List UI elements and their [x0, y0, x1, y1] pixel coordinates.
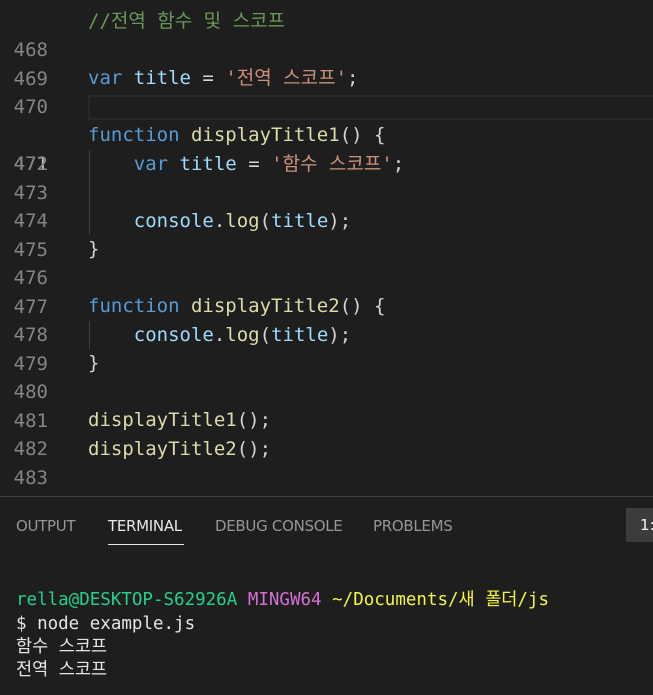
code-token-fn: log [225, 210, 260, 232]
code-token-pun [180, 295, 191, 317]
bottom-panel: OUTPUT TERMINAL DEBUG CONSOLE PROBLEMS 1… [0, 497, 653, 695]
code-token-fn: log [225, 324, 260, 346]
code-token-pun [180, 124, 191, 146]
code-text: var title = '함수 스코프'; [88, 150, 404, 179]
code-token-pun [88, 153, 134, 175]
code-line-current[interactable]: 471 [0, 93, 653, 175]
code-token-kw: var [88, 67, 123, 89]
code-token-pun [122, 67, 133, 89]
code-line[interactable]: 475 console.log(title); [0, 207, 653, 261]
code-editor[interactable]: 468 //전역 함수 및 스코프 469 470 var title = '전… [0, 0, 653, 496]
terminal-select[interactable]: 1: bash [626, 508, 653, 542]
code-line[interactable]: 474 [0, 178, 653, 232]
code-token-pun [88, 324, 134, 346]
code-token-pun: = [236, 153, 272, 175]
vscode-window: 468 //전역 함수 및 스코프 469 470 var title = '전… [0, 0, 653, 695]
code-line[interactable]: 476 } [0, 235, 653, 289]
code-line[interactable]: 477 [0, 264, 653, 318]
code-text: //전역 함수 및 스코프 [88, 7, 285, 36]
code-token-cmt: //전역 함수 및 스코프 [88, 10, 286, 32]
code-line[interactable]: 472 function displayTitle1() { [0, 121, 653, 175]
code-token-pun: ; [392, 153, 405, 175]
code-token-kw: var [133, 153, 169, 175]
line-number: 483 [13, 466, 48, 489]
prompt-path: ~/Documents/새 폴더/js [332, 590, 549, 610]
terminal-output-line: 전역 스코프 [16, 660, 108, 680]
tab-terminal[interactable]: TERMINAL [108, 516, 182, 536]
code-token-var: title [271, 210, 329, 232]
code-token-pun: ); [328, 324, 352, 346]
code-token-var: console [133, 324, 214, 346]
code-token-pun: ( [259, 210, 272, 232]
code-token-pun [168, 153, 179, 175]
code-token-fn: displayTitle1 [190, 124, 340, 146]
code-token-kw: function [88, 124, 180, 146]
code-text: displayTitle2(); [88, 435, 271, 464]
code-token-pun: = [190, 67, 226, 89]
code-line[interactable]: 468 //전역 함수 및 스코프 [0, 7, 653, 61]
code-text: } [88, 235, 99, 264]
code-token-pun: } [88, 238, 100, 260]
code-token-str: '전역 스코프' [225, 67, 348, 89]
code-line[interactable]: 480 } [0, 349, 653, 403]
code-line[interactable]: 470 var title = '전역 스코프'; [0, 64, 653, 118]
code-token-pun: () { [339, 124, 386, 146]
code-line[interactable]: 481 [0, 378, 653, 432]
code-text: } [88, 349, 99, 378]
prompt-user-host: rella@DESKTOP-S62926A [16, 590, 238, 610]
terminal-prompt-line: rella@DESKTOP-S62926A MINGW64 ~/Document… [16, 589, 549, 613]
active-tab-indicator [108, 544, 184, 545]
code-token-pun: . [213, 210, 226, 232]
code-text: function displayTitle1() { [88, 121, 385, 150]
current-line-highlight [88, 95, 653, 120]
code-text: var title = '전역 스코프'; [88, 64, 358, 93]
code-line[interactable]: 473 var title = '함수 스코프'; [0, 150, 653, 204]
code-token-fn: displayTitle2 [88, 438, 237, 460]
code-text: console.log(title); [88, 207, 351, 236]
tab-problems[interactable]: PROBLEMS [373, 516, 453, 536]
code-token-pun: (); [236, 438, 272, 460]
code-token-var: title [271, 324, 329, 346]
code-token-pun: (); [236, 409, 272, 431]
code-token-pun: } [88, 352, 100, 374]
tab-debug-console[interactable]: DEBUG CONSOLE [215, 516, 343, 536]
prompt-env: MINGW64 [247, 590, 322, 610]
terminal-output-line: 함수 스코프 [16, 637, 108, 657]
code-token-pun: () { [339, 295, 386, 317]
code-token-var: title [179, 153, 237, 175]
code-text: displayTitle1(); [88, 406, 271, 435]
code-line[interactable]: 469 [0, 36, 653, 90]
code-token-fn: displayTitle1 [88, 409, 237, 431]
code-token-var: console [133, 210, 214, 232]
code-line[interactable]: 478 function displayTitle2() { [0, 292, 653, 346]
code-line[interactable]: 483 displayTitle2(); [0, 435, 653, 489]
code-token-pun: . [213, 324, 226, 346]
code-text: function displayTitle2() { [88, 292, 385, 321]
code-token-str: '함수 스코프' [271, 153, 393, 175]
code-token-pun: ( [259, 324, 272, 346]
tab-output[interactable]: OUTPUT [16, 516, 76, 536]
code-line[interactable]: 479 console.log(title); [0, 321, 653, 375]
code-token-kw: function [88, 295, 180, 317]
terminal-command: $ node example.js [16, 614, 196, 634]
code-token-var: title [133, 67, 191, 89]
code-text: console.log(title); [88, 321, 351, 350]
code-token-pun: ); [328, 210, 352, 232]
code-token-pun [88, 210, 134, 232]
code-line[interactable]: 482 displayTitle1(); [0, 406, 653, 460]
code-token-pun: ; [347, 67, 359, 89]
code-token-fn: displayTitle2 [190, 295, 340, 317]
